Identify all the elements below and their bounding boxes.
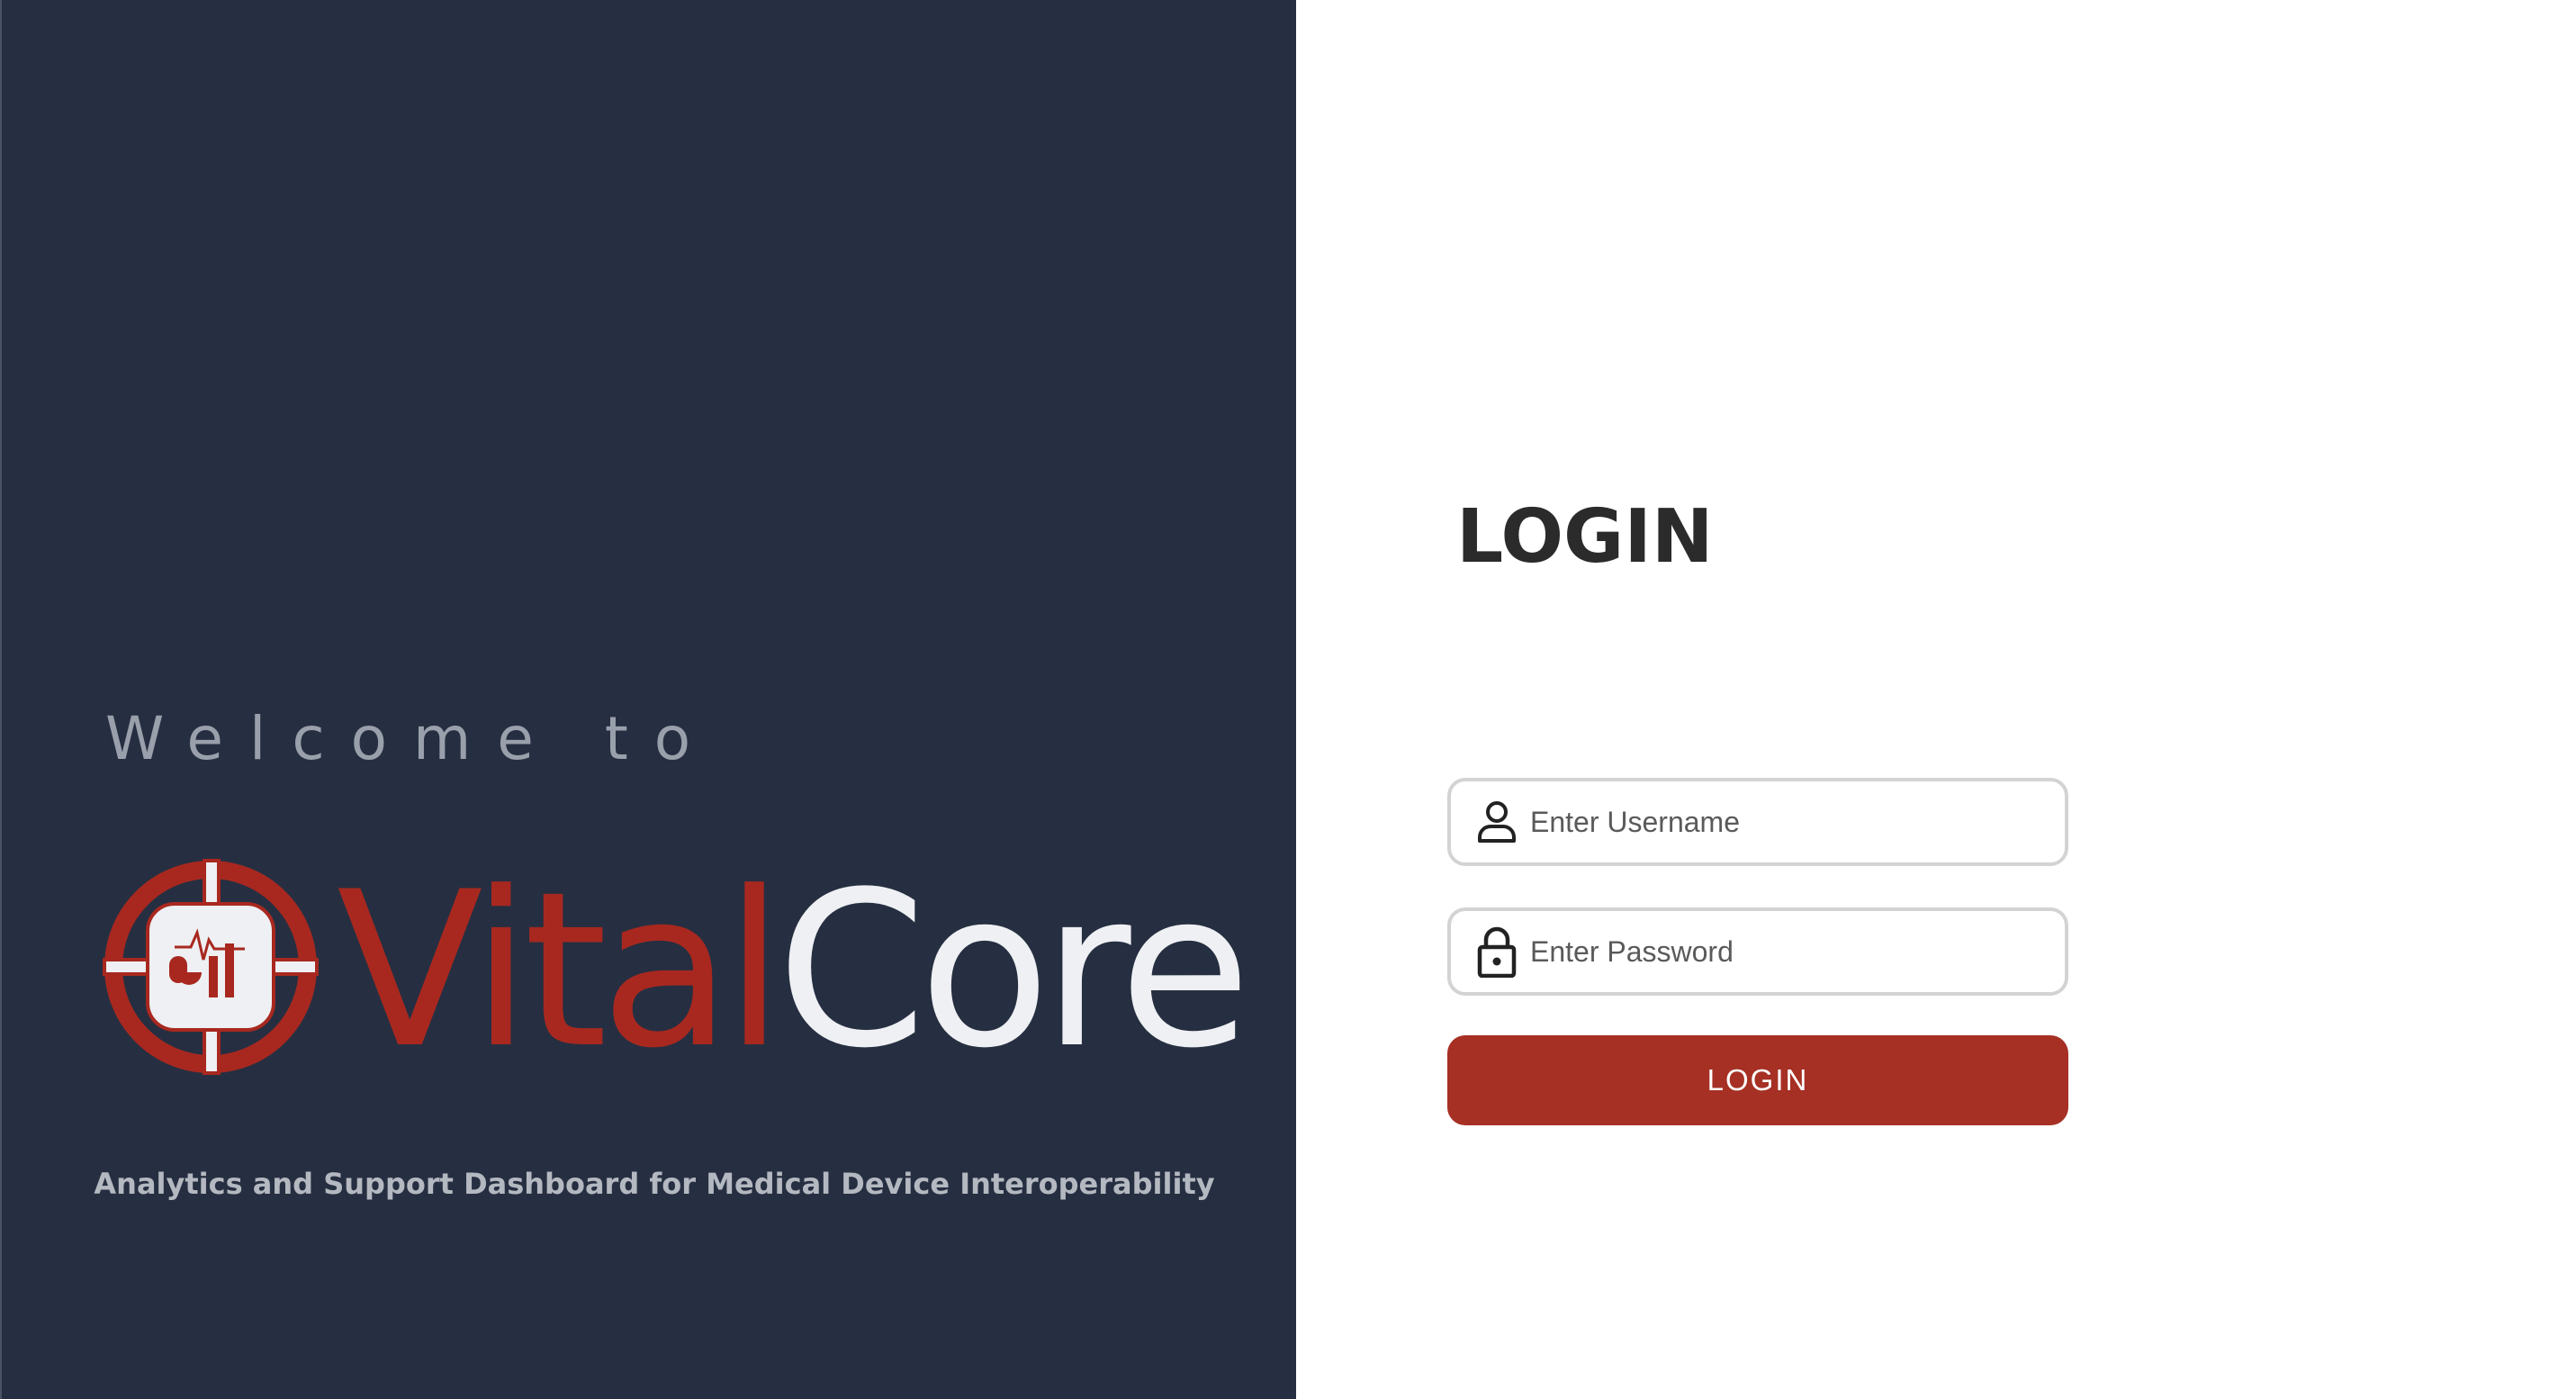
login-page: Welcome to VitalCore Analytics and Suppo…	[0, 0, 2576, 1399]
brand-wordmark: VitalCore	[337, 864, 1251, 1079]
brand-part-vital: Vital	[337, 846, 784, 1096]
user-icon	[1474, 796, 1519, 848]
login-button[interactable]: LOGIN	[1447, 1035, 2068, 1125]
welcome-text: Welcome to	[105, 704, 717, 773]
password-input[interactable]	[1530, 920, 2034, 983]
welcome-panel: Welcome to VitalCore Analytics and Suppo…	[0, 0, 1296, 1399]
brand-part-core: Core	[777, 846, 1251, 1096]
tagline: Analytics and Support Dashboard for Medi…	[94, 1167, 1215, 1201]
vitalcore-logo-icon	[103, 859, 319, 1075]
password-field[interactable]	[1447, 907, 2068, 996]
login-title: LOGIN	[1456, 494, 1714, 580]
lock-icon	[1474, 925, 1519, 978]
username-input[interactable]	[1530, 790, 2034, 853]
username-field[interactable]	[1447, 778, 2068, 866]
